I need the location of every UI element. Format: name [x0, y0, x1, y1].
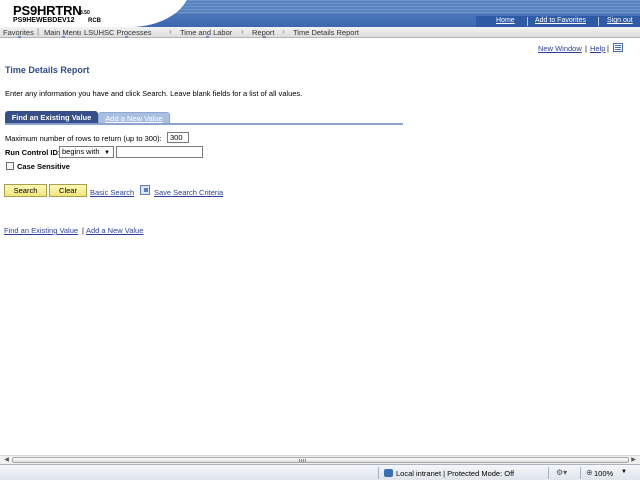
new-window-link[interactable]: New Window: [538, 44, 582, 53]
run-control-operator-select[interactable]: begins with ▼: [59, 146, 114, 158]
zoom-icon[interactable]: ⊕: [586, 468, 593, 477]
sign-out-link[interactable]: Sign out: [607, 17, 633, 24]
status-divider: [378, 467, 379, 479]
chevron-right-icon: ›: [77, 27, 80, 36]
header-separator: [527, 17, 528, 26]
breadcrumb-separator: |: [37, 27, 40, 36]
dropdown-indicator-icon: [18, 36, 21, 38]
run-control-id-input[interactable]: [116, 146, 203, 158]
chevron-right-icon: ›: [241, 27, 244, 36]
app-header: PS9HRTRN 8.50 PS9HEWEBDEV12 RCB Home Add…: [0, 0, 640, 27]
user-id: RCB: [88, 18, 101, 24]
chevron-right-icon: ›: [169, 27, 172, 36]
dropdown-indicator-icon: [62, 36, 65, 38]
browser-status-bar: Local intranet | Protected Mode: Off ⚙▾ …: [0, 464, 640, 480]
header-stripes: [170, 0, 640, 14]
run-control-id-label: Run Control ID:: [5, 148, 61, 157]
help-link[interactable]: Help: [590, 44, 605, 53]
database-name: PS9HRTRN: [13, 3, 82, 18]
case-sensitive-checkbox[interactable]: [6, 162, 14, 170]
chevron-right-icon: ›: [282, 27, 285, 36]
status-divider: [580, 467, 581, 479]
case-sensitive-label: Case Sensitive: [17, 162, 70, 171]
link-separator: |: [607, 44, 609, 53]
customize-page-icon[interactable]: [613, 43, 623, 52]
save-search-criteria-link[interactable]: Save Search Criteria: [154, 188, 223, 197]
breadcrumb: Favorites | Main Menu › LSUHSC Processes…: [0, 27, 640, 38]
scrollbar-thumb[interactable]: [12, 457, 629, 463]
breadcrumb-time-details-report[interactable]: Time Details Report: [293, 28, 359, 37]
intranet-zone-icon: [384, 469, 393, 477]
scroll-right-arrow-icon[interactable]: ▶: [629, 456, 638, 464]
home-link[interactable]: Home: [496, 17, 515, 24]
dropdown-indicator-icon: [263, 36, 266, 38]
footer-add-new-value-link[interactable]: Add a New Value: [86, 226, 143, 235]
link-separator: |: [585, 44, 587, 53]
footer-find-existing-value-link[interactable]: Find an Existing Value: [4, 226, 78, 235]
link-separator: |: [82, 226, 84, 235]
page-title: Time Details Report: [5, 65, 90, 75]
add-to-favorites-link[interactable]: Add to Favorites: [535, 17, 586, 24]
server-name: PS9HEWEBDEV12: [13, 17, 75, 24]
save-search-icon[interactable]: [140, 185, 150, 195]
zoom-level[interactable]: 100%: [594, 469, 613, 478]
dropdown-indicator-icon: [206, 36, 209, 38]
zoom-dropdown-icon[interactable]: ▼: [621, 469, 627, 475]
scrollbar-grip-icon: [299, 459, 307, 462]
basic-search-link[interactable]: Basic Search: [90, 188, 134, 197]
max-rows-label: Maximum number of rows to return (up to …: [5, 134, 162, 143]
status-divider: [548, 467, 549, 479]
security-zone-text: Local intranet | Protected Mode: Off: [396, 469, 515, 478]
header-separator: [598, 17, 599, 26]
horizontal-scrollbar[interactable]: ◀ ▶: [0, 455, 640, 464]
instructions-text: Enter any information you have and click…: [5, 89, 303, 98]
clear-button[interactable]: Clear: [49, 184, 87, 197]
scroll-left-arrow-icon[interactable]: ◀: [2, 456, 11, 464]
database-version: 8.50: [80, 10, 90, 16]
search-button[interactable]: Search: [4, 184, 47, 197]
protected-mode-icon[interactable]: ⚙▾: [556, 468, 567, 477]
dropdown-indicator-icon: [125, 36, 128, 38]
run-control-operator-value: begins with: [62, 147, 100, 156]
max-rows-input[interactable]: [167, 132, 189, 143]
tab-underline: [5, 123, 403, 125]
dropdown-arrow-icon: ▼: [104, 150, 110, 156]
breadcrumb-lsuhsc-processes[interactable]: LSUHSC Processes: [84, 28, 152, 37]
